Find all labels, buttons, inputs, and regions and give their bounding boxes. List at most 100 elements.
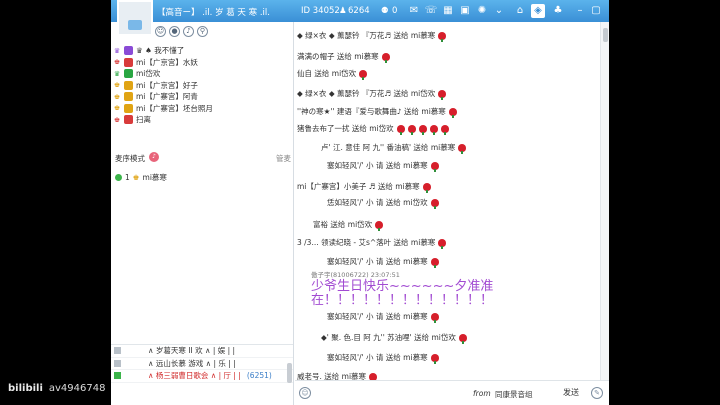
user-icon: [124, 92, 133, 102]
chat-message: 恁如轻风'/' 小 请 送给 mi岱欢: [327, 197, 439, 209]
left-toolbar: ☺ ● ♪ ⚲: [155, 26, 208, 40]
chat-message-text: 3 /3... 领读纪晓 - 艾s^落叶 送给 mi慕寒: [297, 238, 436, 247]
game-icon[interactable]: ♣: [551, 4, 565, 18]
chat-message-text: 威老号. 送给 mi慕寒: [297, 372, 367, 380]
chat-message-text: mi【广寨宫】小美子 ♬ 送给 mi慕寒: [297, 182, 420, 191]
sun-icon[interactable]: ✺: [475, 4, 489, 18]
rose-icon: [422, 182, 431, 193]
user-row[interactable]: ♚ mi【广寨宫】阿青: [113, 91, 293, 103]
rose-icon: [429, 124, 438, 135]
chat-message-text: 塞如轻风'/' 小 请 送给 mi慕寒: [327, 257, 428, 266]
rose-icon: [430, 198, 439, 209]
rose-icon: [458, 143, 467, 154]
scroll-thumb[interactable]: [603, 28, 608, 42]
channel-row[interactable]: ∧ 杨三弱曹日歌会 ∧ | 厅 | | (6251): [111, 370, 293, 383]
video-id: av4946748: [48, 383, 106, 394]
mic-manage-button[interactable]: 管麦: [276, 153, 291, 164]
maximize-icon[interactable]: ▢: [589, 4, 603, 18]
title-bar: 【高音ー】 .il. 岁 葛 天 寒 .il. ID 34052 ♟ 6264 …: [111, 0, 609, 36]
video-watermark: bilibili av4946748: [8, 383, 105, 394]
user-list: ♛ ♛ ♠ 我不懂了 ♚ mi【广京宫】水妖 ♛ mi岱欢 ♚ mi【广京宫】好子 ♚ mi【广寨…: [113, 45, 293, 126]
mail-icon[interactable]: ✉: [407, 4, 421, 18]
role-icon: ♚: [113, 115, 121, 124]
search-icon[interactable]: ⚲: [197, 26, 208, 37]
chat-message-text: 塞如轻风'/' 小 请 送给 mi慕寒: [327, 312, 428, 321]
chat-message: 卢' 江. 意佳 阿 九'' 番油稿' 送给 mi慕寒: [321, 142, 467, 154]
rose-icon: [438, 238, 447, 249]
chat-message: mi【广寨宫】小美子 ♬ 送给 mi慕寒: [297, 181, 431, 193]
chat-message-text: 塞如轻风'/' 小 请 送给 mi慕寒: [327, 161, 428, 170]
rose-icon: [440, 124, 449, 135]
rose-icon: [381, 52, 390, 63]
rose-icon: [430, 161, 439, 172]
user-name: mi【广京宫】好子: [136, 80, 198, 90]
mic-queue-entry[interactable]: 1 ♚ mi慕寒: [115, 172, 167, 183]
channel-list: ∧ 岁葛天寒 II 欢 ∧ | 娱 | | ∧ 远山长慕 游戏 ∧ | 乐 | …: [111, 344, 293, 383]
user-count-icon: ♟: [339, 6, 347, 16]
music-icon[interactable]: ♪: [183, 26, 194, 37]
user-name: mi岱欢: [136, 69, 161, 79]
mic-status-icon: [115, 174, 122, 181]
mic-queue-header: 麦序模式 ♪ 管麦: [115, 152, 291, 165]
user-icon: [124, 103, 133, 113]
role-icon: ♛: [113, 69, 121, 78]
person-icon[interactable]: ☺: [155, 26, 166, 37]
role-icon: ♚: [113, 92, 121, 101]
chat-message: 满满の帽子 送给 mi慕寒: [297, 51, 390, 63]
online-icon: ⚉: [381, 6, 389, 16]
role-icon: ♚: [113, 81, 121, 90]
location-icon[interactable]: ●: [169, 26, 180, 37]
user-icon: [124, 80, 133, 90]
user-name: ♛ ♠ 我不懂了: [136, 46, 185, 56]
home-icon[interactable]: ⌂: [513, 4, 527, 18]
grid-icon[interactable]: ▦: [441, 4, 455, 18]
chat-message-text: ◆ 绿×衣 ◆ 薰瑟钤 『万花♬ 送给 mi慕寒: [297, 31, 436, 40]
bilibili-logo: bilibili: [8, 383, 43, 394]
send-button[interactable]: 发送: [563, 387, 579, 398]
rose-icon: [359, 69, 368, 80]
chat-message: 威老号. 送给 mi慕寒: [297, 371, 378, 380]
chat-message-text: ◆' 聚. 色.目 阿 九'' 苏油哩' 送给 mi岱欢: [321, 333, 456, 342]
chat-message-text: ''神の寒★'' 建语『爱与歌舞曲♪ 送给 mi慕寒: [297, 107, 446, 116]
chevron-down-icon[interactable]: ⌄: [492, 4, 506, 18]
diamond-icon[interactable]: ◈: [531, 4, 545, 18]
minimize-icon[interactable]: –: [573, 4, 587, 18]
channel-status-icon: [114, 359, 121, 367]
user-panel: ☺ ● ♪ ⚲ ♛ ♛ ♠ 我不懂了 ♚ mi【广京宫】水妖 ♛ mi岱欢 ♚ mi【广京宫】…: [111, 22, 294, 405]
chat-scrollbar[interactable]: [600, 22, 609, 380]
user-icon: [124, 57, 133, 67]
birthday-message: 少爷生日快乐~~~~~~夕准准在！！！！！！！！！！！！！: [311, 279, 494, 308]
channel-count: (6251): [246, 371, 272, 381]
from-label: from: [473, 389, 491, 398]
chat-icon[interactable]: ☏: [424, 4, 438, 18]
channel-row[interactable]: ∧ 远山长慕 游戏 ∧ | 乐 | |: [111, 358, 293, 370]
user-count: 6264: [348, 6, 370, 16]
channel-row[interactable]: ∧ 岁葛天寒 II 欢 ∧ | 娱 | |: [111, 345, 293, 358]
room-avatar[interactable]: [117, 0, 153, 36]
user-row[interactable]: ♚ 扫离: [113, 114, 293, 126]
user-row[interactable]: ♛ mi岱欢: [113, 68, 293, 80]
user-row[interactable]: ♚ mi【广京宫】水妖: [113, 57, 293, 69]
user-row[interactable]: ♚ mi【广京宫】好子: [113, 80, 293, 92]
user-row[interactable]: ♚ mi【广寨宫】坯台照月: [113, 103, 293, 115]
mic-icon[interactable]: ♪: [149, 152, 159, 162]
chat-message: 塞如轻风'/' 小 请 送给 mi慕寒: [327, 160, 439, 172]
rose-icon: [430, 353, 439, 364]
rose-icon: [369, 372, 378, 380]
recipient-select[interactable]: 同康景音组: [495, 389, 533, 400]
chat-message-text: 仙自 送给 mi岱欢: [297, 69, 357, 78]
chat-message: 塞如轻风'/' 小 请 送给 mi慕寒: [327, 311, 439, 323]
room-id: ID 34052: [301, 6, 340, 16]
online-count: 0: [392, 6, 398, 16]
user-row[interactable]: ♛ ♛ ♠ 我不懂了: [113, 45, 293, 57]
chat-message: 塞如轻风'/' 小 请 送给 mi慕寒: [327, 352, 439, 364]
bag-icon[interactable]: ▣: [458, 4, 472, 18]
channel-name: ∧ 杨三弱曹日歌会 ∧ | 厅 | |: [148, 371, 241, 381]
chat-bubble-icon[interactable]: ✎: [591, 387, 603, 399]
chat-sender-line: 傲子宇(81006722) 23:07:51: [311, 271, 400, 279]
left-scrollbar[interactable]: [287, 363, 292, 383]
mic-entry-name: mi慕寒: [142, 173, 167, 182]
emoji-icon[interactable]: ☺: [299, 387, 311, 399]
mic-mode-label: 麦序模式: [115, 154, 145, 163]
chat-message: ◆ 绿×衣 ◆ 薰瑟钤 『万花♬ 送给 mi慕寒: [297, 30, 447, 42]
